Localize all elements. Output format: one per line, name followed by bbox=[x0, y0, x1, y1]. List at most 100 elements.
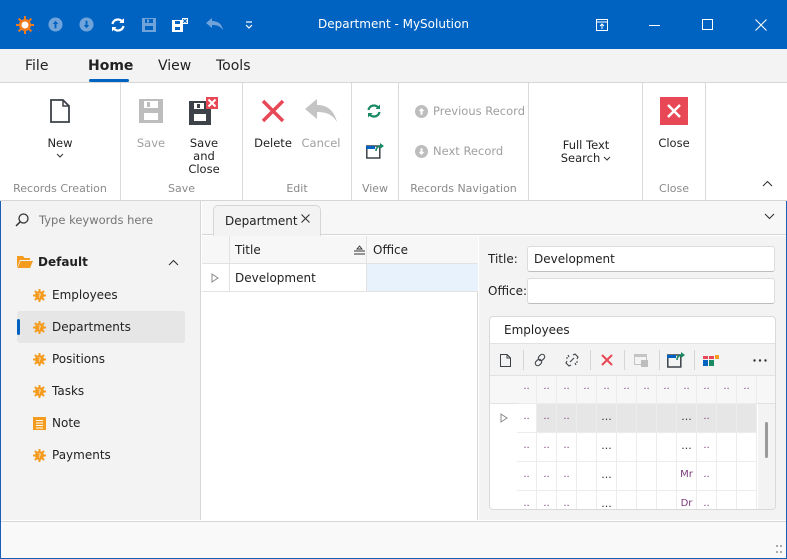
grid-cell[interactable]: ... bbox=[597, 433, 617, 462]
grid-cell[interactable] bbox=[637, 404, 657, 433]
sidebar-search[interactable] bbox=[15, 213, 179, 227]
grid-cell[interactable] bbox=[657, 462, 677, 491]
grid-cell[interactable] bbox=[657, 433, 677, 462]
scrollbar-thumb[interactable] bbox=[765, 422, 768, 458]
grid-cell[interactable]: .. bbox=[697, 462, 717, 491]
grid-cell[interactable]: .. bbox=[517, 462, 537, 491]
grid-cell[interactable]: .. bbox=[697, 491, 717, 509]
column-header[interactable]: .. bbox=[617, 376, 637, 404]
column-header-office[interactable]: Office bbox=[373, 236, 408, 264]
next-record-icon[interactable] bbox=[71, 0, 102, 49]
minimize-icon[interactable] bbox=[628, 0, 681, 49]
grid-cell[interactable] bbox=[657, 404, 677, 433]
new-button[interactable]: New bbox=[42, 91, 78, 159]
grid-cell[interactable]: .. bbox=[557, 491, 577, 509]
size-grip-icon[interactable] bbox=[776, 545, 782, 553]
grid-cell[interactable] bbox=[577, 462, 597, 491]
cell-title[interactable]: Development bbox=[235, 264, 316, 292]
grid-cell[interactable] bbox=[737, 404, 757, 433]
refresh-button[interactable] bbox=[366, 103, 382, 119]
grid-cell[interactable] bbox=[637, 462, 657, 491]
column-header[interactable]: .. bbox=[657, 376, 677, 404]
grid-cell[interactable]: ... bbox=[597, 462, 617, 491]
save-and-close-button[interactable]: Save and Close bbox=[179, 91, 229, 176]
collapse-ribbon-icon[interactable] bbox=[762, 176, 773, 190]
grid-cell[interactable] bbox=[717, 404, 737, 433]
restore-ribbon-icon[interactable] bbox=[575, 0, 628, 49]
grid-cell[interactable] bbox=[617, 433, 637, 462]
table-row[interactable]: Development bbox=[202, 264, 478, 292]
grid-cell[interactable] bbox=[577, 433, 597, 462]
column-header[interactable]: .. bbox=[597, 376, 617, 404]
column-header[interactable]: .. bbox=[577, 376, 597, 404]
show-in-popup-icon[interactable] bbox=[626, 344, 656, 376]
grid-cell[interactable] bbox=[637, 433, 657, 462]
close-icon[interactable] bbox=[734, 0, 787, 49]
grid-cell[interactable]: .. bbox=[557, 462, 577, 491]
tab-tools[interactable]: Tools bbox=[216, 58, 251, 74]
grid-cell[interactable] bbox=[717, 433, 737, 462]
sidebar-item-employees[interactable]: ? Employees bbox=[17, 279, 185, 311]
tab-file[interactable]: File bbox=[25, 58, 48, 74]
column-header[interactable]: .. bbox=[737, 376, 757, 404]
grid-cell[interactable]: .. bbox=[517, 491, 537, 509]
new-icon[interactable] bbox=[490, 344, 520, 376]
column-header[interactable]: .. bbox=[557, 376, 577, 404]
sidebar-item-departments[interactable]: ? Departments bbox=[17, 311, 185, 343]
grid-cell[interactable] bbox=[637, 491, 657, 509]
unlink-icon[interactable] bbox=[557, 344, 587, 376]
customize-qat-icon[interactable] bbox=[233, 0, 264, 49]
grid-cell[interactable]: .. bbox=[537, 404, 557, 433]
link-icon[interactable] bbox=[525, 344, 555, 376]
grid-cell[interactable]: .. bbox=[697, 404, 717, 433]
refresh-icon[interactable] bbox=[102, 0, 133, 49]
grid-cell[interactable]: Mr bbox=[677, 462, 697, 491]
grid-cell[interactable]: .. bbox=[537, 491, 557, 509]
grid-cell[interactable] bbox=[617, 462, 637, 491]
more-icon[interactable] bbox=[745, 344, 775, 376]
title-field[interactable]: Development bbox=[527, 246, 775, 272]
close-tab-icon[interactable] bbox=[301, 214, 310, 223]
grid-cell[interactable] bbox=[737, 433, 757, 462]
app-logo-icon[interactable] bbox=[9, 0, 40, 49]
grid-cell[interactable]: .. bbox=[537, 433, 557, 462]
grid-cell[interactable]: ... bbox=[677, 433, 697, 462]
tab-home[interactable]: Home bbox=[88, 58, 133, 74]
full-text-search-button[interactable]: Full Text Search bbox=[551, 139, 621, 165]
sidebar-item-positions[interactable]: ? Positions bbox=[17, 343, 185, 375]
grid-cell[interactable]: .. bbox=[537, 462, 557, 491]
cancel-button[interactable]: Cancel bbox=[301, 91, 341, 150]
previous-record-icon[interactable] bbox=[40, 0, 71, 49]
grid-cell[interactable]: ... bbox=[677, 404, 697, 433]
grid-cell[interactable] bbox=[617, 404, 637, 433]
column-header-title[interactable]: Title bbox=[235, 236, 365, 264]
nav-group-default[interactable]: Default bbox=[17, 255, 187, 269]
layout-icon[interactable] bbox=[696, 344, 726, 376]
column-header[interactable]: .. bbox=[537, 376, 557, 404]
grid-cell[interactable] bbox=[737, 462, 757, 491]
delete-button[interactable]: Delete bbox=[254, 91, 292, 150]
sidebar-item-payments[interactable]: ? Payments bbox=[17, 439, 185, 471]
sidebar-item-tasks[interactable]: ? Tasks bbox=[17, 375, 185, 407]
cancel-icon[interactable] bbox=[195, 0, 233, 49]
office-field[interactable] bbox=[527, 278, 775, 304]
save-and-close-icon[interactable] bbox=[164, 0, 195, 49]
grid-cell[interactable]: .. bbox=[517, 433, 537, 462]
grid-cell[interactable]: .. bbox=[557, 433, 577, 462]
vertical-scrollbar[interactable] bbox=[758, 404, 775, 509]
grid-cell[interactable]: ... bbox=[597, 491, 617, 509]
search-input[interactable] bbox=[39, 213, 179, 227]
tab-list-chevron-icon[interactable] bbox=[764, 213, 775, 220]
close-button[interactable]: Close bbox=[656, 91, 692, 150]
column-header[interactable]: .. bbox=[717, 376, 737, 404]
previous-record-button[interactable]: Previous Record bbox=[415, 104, 525, 118]
cell-office[interactable] bbox=[367, 264, 478, 291]
grid-cell[interactable] bbox=[657, 491, 677, 509]
next-record-button[interactable]: Next Record bbox=[415, 144, 503, 158]
maximize-icon[interactable] bbox=[681, 0, 734, 49]
save-button[interactable]: Save bbox=[135, 91, 167, 150]
export-button[interactable] bbox=[366, 143, 384, 159]
save-icon[interactable] bbox=[133, 0, 164, 49]
column-header[interactable]: .. bbox=[677, 376, 697, 404]
grid-cell[interactable] bbox=[717, 491, 737, 509]
